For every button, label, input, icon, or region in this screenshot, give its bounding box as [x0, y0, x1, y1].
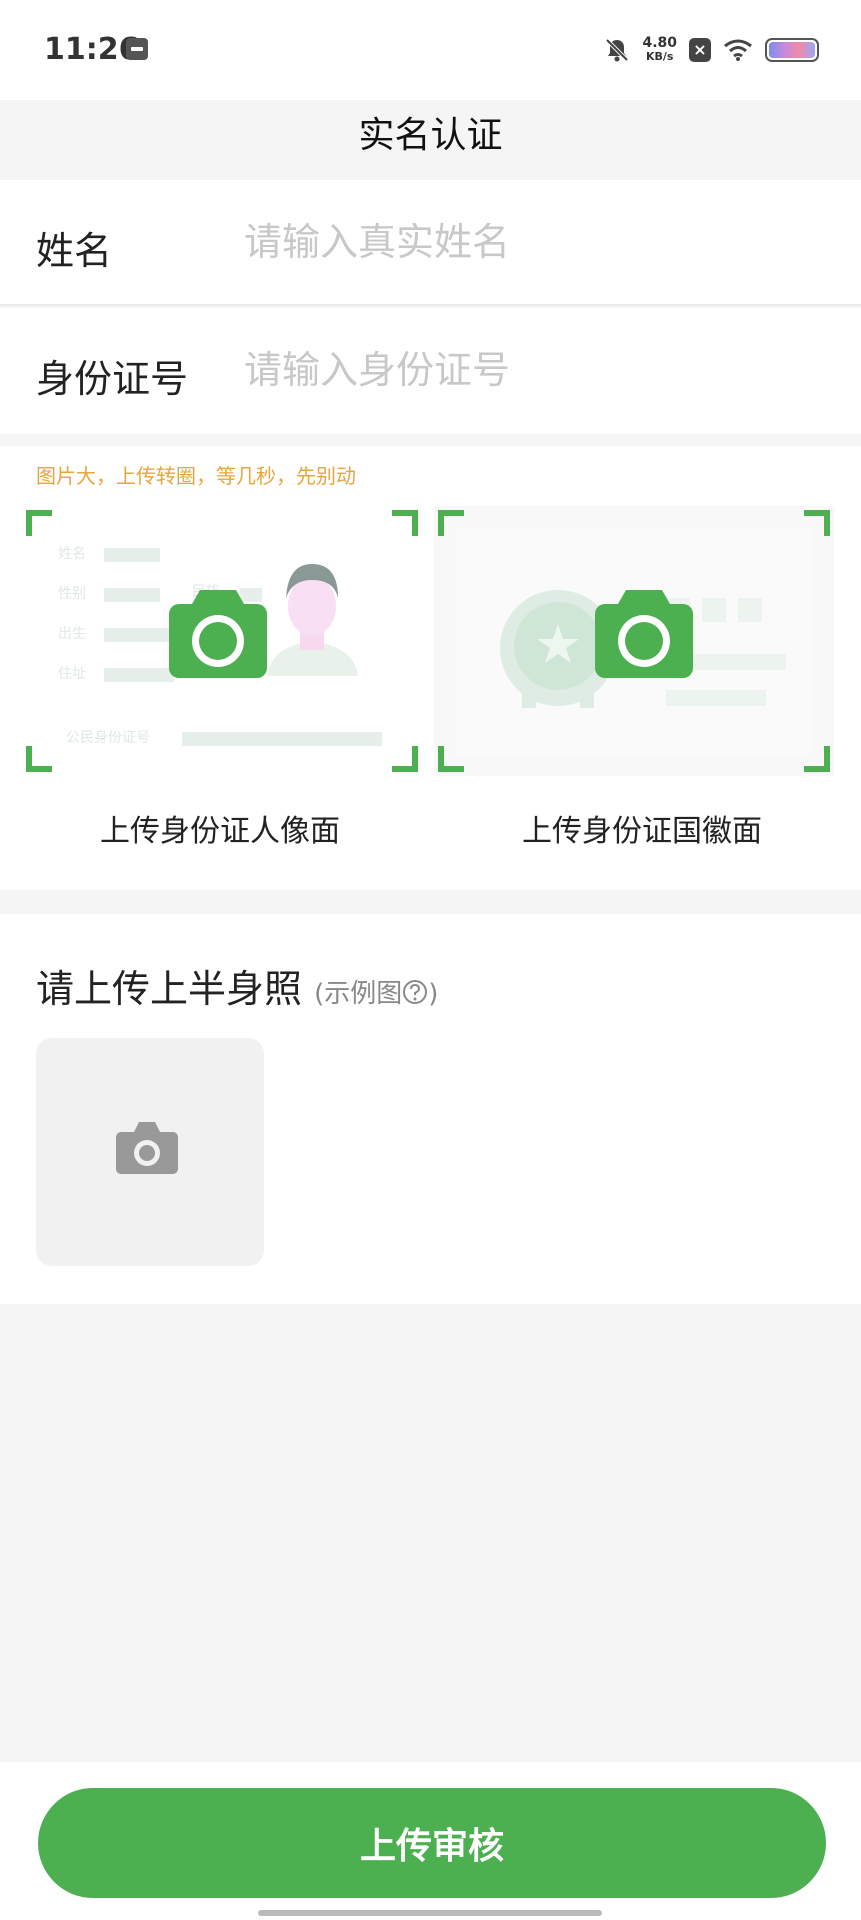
card-field-id-number: 公民身份证号: [66, 730, 150, 746]
status-bar: 11:26 4.80 KB/s ×: [0, 0, 861, 100]
id-front-upload[interactable]: 姓名 性别 民族 出生 住址 公民身份证号: [22, 506, 422, 776]
id-card-upload-section: 图片大，上传转圈，等几秒，先别动 姓名 性别 民族 出生 住址 公民身份证号: [0, 446, 861, 890]
close-box-icon: ×: [689, 38, 711, 62]
id-front-illustration: 姓名 性别 民族 出生 住址 公民身份证号: [58, 546, 382, 746]
half-body-photo-upload[interactable]: [36, 1038, 264, 1266]
example-link[interactable]: (示例图): [314, 979, 438, 1009]
id-number-row: 身份证号: [0, 308, 861, 434]
id-back-caption: 上传身份证国徽面: [522, 814, 762, 849]
name-row: 姓名: [0, 180, 861, 306]
camera-icon: [169, 590, 267, 678]
id-number-input[interactable]: [244, 342, 804, 398]
name-label: 姓名: [36, 229, 113, 273]
question-icon: [403, 980, 428, 1004]
half-body-photo-section: 请上传上半身照 (示例图): [0, 914, 861, 1304]
id-back-upload[interactable]: [434, 506, 834, 776]
photo-title-text: 请上传上半身照: [36, 967, 303, 1011]
notification-box-icon: [126, 38, 148, 60]
battery-icon: [765, 38, 819, 62]
upload-hint: 图片大，上传转圈，等几秒，先别动: [36, 464, 356, 488]
status-icons: 4.80 KB/s ×: [604, 30, 819, 70]
card-field-address: 住址: [58, 666, 86, 682]
card-field-gender: 性别: [58, 586, 86, 602]
home-indicator[interactable]: [258, 1910, 602, 1916]
net-speed-unit: KB/s: [645, 50, 674, 63]
name-input[interactable]: [244, 214, 804, 270]
photo-title: 请上传上半身照 (示例图): [36, 958, 438, 1013]
submit-review-button[interactable]: 上传审核: [38, 1788, 826, 1898]
mute-bell-icon: [606, 38, 629, 62]
example-label: (示例图: [314, 979, 403, 1009]
card-field-birth: 出生: [58, 626, 86, 642]
id-front-caption: 上传身份证人像面: [100, 814, 340, 849]
example-suffix: ): [428, 979, 439, 1009]
card-field-name: 姓名: [58, 546, 86, 562]
id-back-illustration: [456, 528, 812, 754]
net-speed: 4.80 KB/s: [642, 36, 677, 64]
wifi-icon: [724, 39, 752, 61]
camera-icon: [116, 1122, 178, 1174]
id-number-label: 身份证号: [36, 357, 189, 401]
net-speed-value: 4.80: [642, 35, 677, 51]
page-title: 实名认证: [358, 115, 503, 156]
bottom-bar: 上传审核: [0, 1762, 861, 1920]
portrait-silhouette: [268, 564, 358, 676]
